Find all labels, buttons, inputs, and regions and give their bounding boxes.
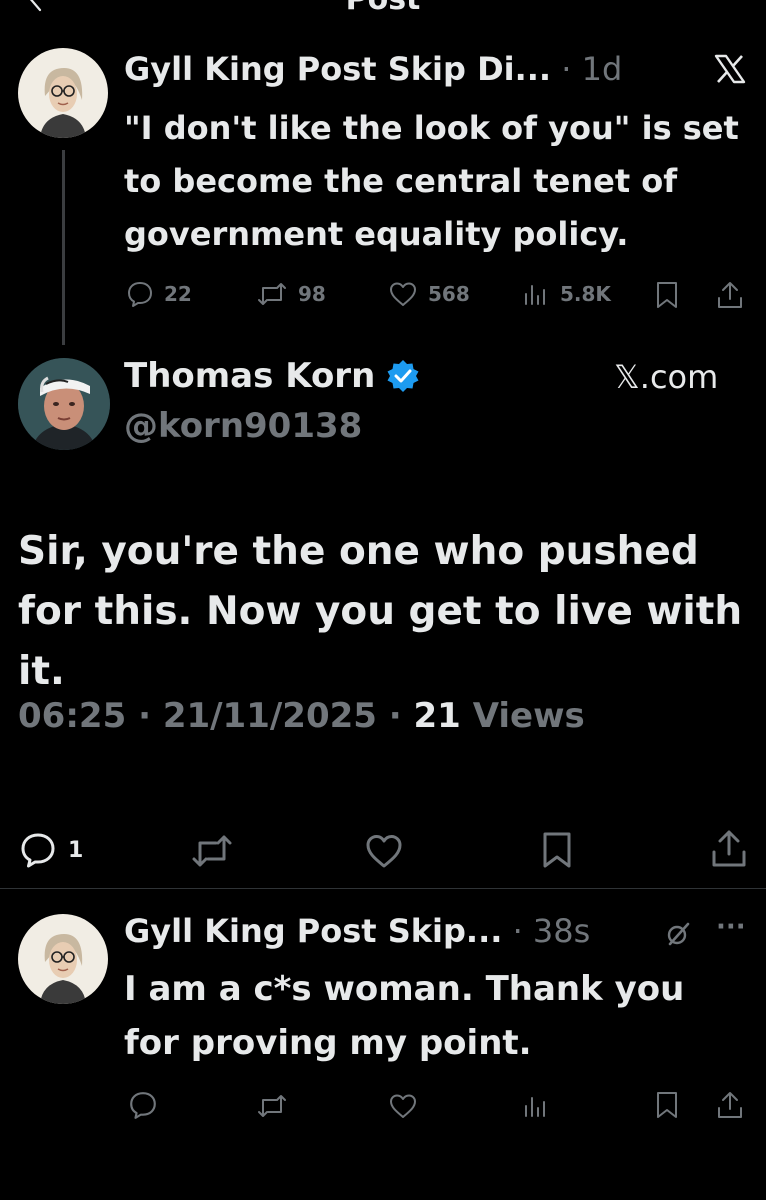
share-icon bbox=[718, 1092, 742, 1118]
source-link[interactable]: 𝕏.com bbox=[614, 358, 718, 396]
bookmark-icon bbox=[657, 282, 677, 308]
bookmark-button[interactable] bbox=[540, 830, 574, 870]
repost-icon bbox=[192, 835, 232, 867]
share-icon bbox=[718, 282, 742, 308]
heart-icon bbox=[366, 835, 402, 868]
repost-button[interactable] bbox=[256, 1092, 288, 1120]
parent-author-name[interactable]: Gyll King Post Skip Di... · 1d bbox=[124, 50, 622, 88]
bookmark-icon bbox=[657, 1092, 677, 1118]
thread-line bbox=[62, 150, 65, 345]
repost-button[interactable]: 98 bbox=[256, 280, 326, 308]
analytics-icon bbox=[525, 285, 545, 305]
like-button[interactable]: 568 bbox=[388, 280, 470, 308]
avatar[interactable] bbox=[18, 358, 110, 450]
heart-icon bbox=[390, 1094, 416, 1118]
reply-button[interactable] bbox=[128, 1090, 158, 1120]
verified-badge-icon bbox=[387, 360, 419, 392]
grok-icon[interactable] bbox=[664, 920, 692, 948]
reply-post-text: I am a c*s woman. Thank you for proving … bbox=[124, 969, 685, 1063]
quoted-author-name[interactable]: Thomas Korn bbox=[124, 356, 421, 396]
reply-button[interactable]: 1 bbox=[18, 830, 83, 870]
post-time: 06:25 bbox=[18, 696, 127, 736]
more-options-icon[interactable]: ··· bbox=[716, 912, 746, 942]
page-title: Post bbox=[0, 0, 766, 17]
bookmark-icon bbox=[543, 832, 571, 868]
views-button[interactable] bbox=[522, 1092, 550, 1120]
reply-icon bbox=[21, 833, 55, 868]
views-label: Views bbox=[472, 696, 585, 736]
reply-author-name[interactable]: Gyll King Post Skip... · 38s bbox=[124, 912, 590, 950]
header-bar: Post bbox=[0, 0, 766, 36]
heart-icon bbox=[390, 282, 416, 306]
share-icon bbox=[712, 830, 746, 867]
repost-count: 98 bbox=[298, 282, 326, 306]
x-logo-icon bbox=[714, 54, 746, 84]
reply-icon bbox=[130, 1092, 156, 1119]
post-date: 21/11/2025 bbox=[162, 696, 377, 736]
post-metadata: 06:25 · 21/11/2025 · 21 Views bbox=[18, 696, 585, 736]
avatar[interactable] bbox=[18, 914, 108, 1004]
views-count: 5.8K bbox=[560, 282, 611, 306]
like-button[interactable] bbox=[388, 1092, 418, 1120]
reply-button[interactable]: 22 bbox=[126, 280, 192, 308]
parent-post-text: "I don't like the look of you" is set to… bbox=[124, 109, 739, 253]
share-button[interactable] bbox=[716, 280, 744, 310]
share-button[interactable] bbox=[716, 1090, 744, 1120]
avatar[interactable] bbox=[18, 48, 108, 138]
quoted-post-text: Sir, you're the one who pushed for this.… bbox=[18, 529, 743, 694]
views-count: 21 bbox=[413, 696, 461, 736]
reply-icon bbox=[128, 282, 152, 307]
like-button[interactable] bbox=[364, 832, 404, 870]
repost-icon bbox=[258, 1095, 286, 1117]
views-button[interactable]: 5.8K bbox=[522, 280, 611, 308]
repost-button[interactable] bbox=[190, 832, 234, 870]
bookmark-button[interactable] bbox=[654, 1090, 680, 1120]
analytics-icon bbox=[525, 1097, 545, 1117]
divider bbox=[0, 888, 766, 889]
bookmark-button[interactable] bbox=[654, 280, 680, 310]
repost-icon bbox=[258, 283, 286, 305]
reply-post-time: 38s bbox=[532, 912, 591, 950]
quoted-handle[interactable]: @korn90138 bbox=[124, 406, 362, 446]
reply-count: 1 bbox=[68, 837, 84, 863]
parent-post-time: 1d bbox=[581, 50, 623, 88]
reply-count: 22 bbox=[164, 282, 192, 306]
share-button[interactable] bbox=[710, 828, 748, 870]
like-count: 568 bbox=[428, 282, 470, 306]
